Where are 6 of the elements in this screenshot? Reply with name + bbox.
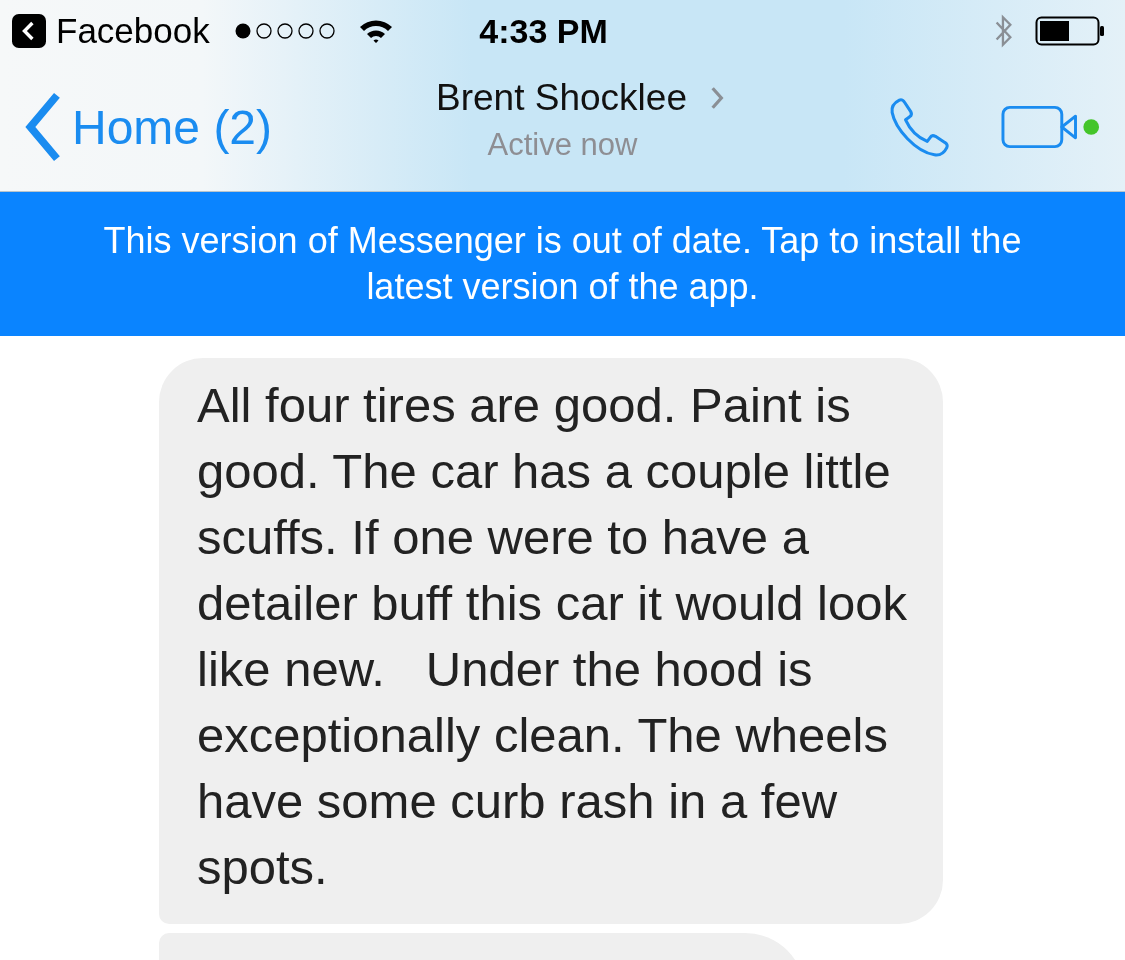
back-app-label[interactable]: Facebook: [56, 11, 210, 51]
message-bubble: All four tires are good. Paint is good. The car has a couple little scuffs. If one were to have a detailer buff this car it would look like new. Under the hood is exceptionally clean. The wheels have some curb rash in a few spots.: [159, 358, 943, 924]
presence-status: Active now: [487, 127, 638, 163]
update-banner[interactable]: This version of Messenger is out of date. Tap to install the latest version of the app.: [0, 192, 1125, 336]
contact-name[interactable]: Brent Shocklee: [436, 77, 687, 119]
clock: 4:33 PM: [479, 11, 608, 51]
